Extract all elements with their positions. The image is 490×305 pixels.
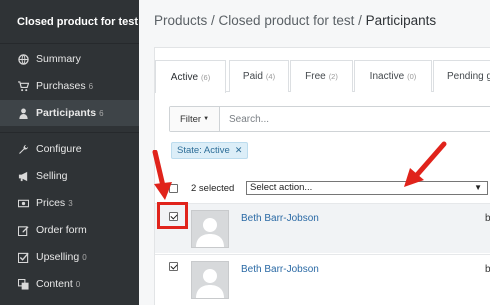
table-row[interactable]: Beth Barr-Jobson b	[155, 203, 490, 253]
wrench-icon	[17, 143, 29, 155]
tab-label: Inactive	[369, 71, 405, 82]
table-row[interactable]: Beth Barr-Jobson b	[155, 254, 490, 304]
tab-active[interactable]: Active (6)	[155, 60, 226, 93]
filter-bar: Filter ▼ Search...	[169, 106, 490, 132]
chip-label: State: Active	[177, 145, 230, 156]
annotation-arrow-left	[404, 141, 447, 187]
breadcrumb-products[interactable]: Products	[154, 13, 207, 28]
tab-paid[interactable]: Paid (4)	[229, 60, 289, 92]
user-placeholder-icon	[196, 269, 224, 298]
sidebar-item-purchases[interactable]: Purchases 6	[0, 73, 139, 99]
avatar	[191, 261, 229, 299]
tab-count: (0)	[407, 72, 417, 81]
sidebar-item-upselling[interactable]: Upselling 0	[0, 244, 139, 270]
sidebar-item-content[interactable]: Content 0	[0, 271, 139, 297]
participant-name-link[interactable]: Beth Barr-Jobson	[241, 264, 319, 275]
sidebar-item-count: 0	[82, 252, 87, 262]
caret-down-icon: ▼	[203, 116, 210, 122]
breadcrumb-current: Participants	[365, 13, 437, 28]
breadcrumb-product[interactable]: Closed product for test	[219, 13, 355, 28]
breadcrumb-separator: /	[354, 13, 366, 28]
sidebar: Closed product for test Summary Purchase…	[0, 0, 139, 305]
row-checkbox[interactable]	[169, 262, 178, 271]
filter-button-label: Filter	[179, 113, 202, 125]
tab-label: Free	[305, 71, 326, 82]
tab-free[interactable]: Free (2)	[290, 60, 353, 92]
sidebar-item-prices[interactable]: Prices 3	[0, 190, 139, 216]
sidebar-item-summary[interactable]: Summary	[0, 46, 139, 72]
layers-icon	[17, 278, 29, 290]
dropdown-arrow-icon: ▼	[474, 183, 482, 192]
close-icon[interactable]: ✕	[235, 145, 243, 156]
tab-inactive[interactable]: Inactive (0)	[354, 60, 432, 92]
participant-extra: b	[485, 213, 490, 224]
sidebar-item-label: Selling	[36, 170, 68, 182]
sidebar-item-count: 6	[88, 81, 94, 91]
tab-label: Pending g	[447, 71, 490, 82]
user-placeholder-icon	[196, 218, 224, 247]
edit-icon	[17, 224, 29, 236]
bulk-action-value: Select action...	[250, 182, 313, 193]
sidebar-divider	[0, 132, 139, 133]
sidebar-item-selling[interactable]: Selling	[0, 163, 139, 189]
filter-button[interactable]: Filter ▼	[170, 107, 220, 131]
sidebar-item-label: Participants	[36, 107, 97, 119]
sidebar-item-count: 0	[75, 279, 81, 289]
sidebar-item-count: 3	[68, 198, 73, 208]
tab-count: (6)	[201, 72, 211, 82]
sidebar-item-configure[interactable]: Configure	[0, 136, 139, 162]
state-filter-chip: State: Active ✕	[171, 142, 249, 159]
avatar	[191, 210, 229, 248]
participant-extra: b	[485, 264, 490, 275]
sidebar-item-participants[interactable]: Participants 6	[0, 100, 139, 126]
sidebar-item-label: Prices	[36, 197, 66, 209]
sidebar-item-label: Configure	[36, 143, 82, 155]
money-icon	[17, 197, 29, 209]
tab-count: (2)	[328, 72, 338, 81]
check-square-icon	[17, 251, 29, 263]
sidebar-item-label: Content	[36, 278, 73, 290]
sidebar-item-label: Summary	[36, 53, 81, 65]
megaphone-icon	[17, 170, 29, 182]
tab-label: Paid	[242, 71, 263, 82]
tab-bar: Active (6) Paid (4) Free (2) Inactive (0) Pe…	[155, 60, 490, 93]
breadcrumb-separator: /	[207, 13, 219, 28]
tab-label: Active	[170, 71, 199, 83]
sidebar-item-label: Upselling	[36, 251, 80, 263]
search-input[interactable]: Search...	[220, 107, 490, 131]
sidebar-item-label: Order form	[36, 224, 87, 236]
sidebar-title: Closed product for test	[0, 0, 139, 44]
participant-name-link[interactable]: Beth Barr-Jobson	[241, 213, 319, 224]
tab-pending[interactable]: Pending g	[433, 60, 490, 92]
tab-count: (4)	[265, 72, 276, 81]
cart-icon	[17, 80, 29, 92]
sidebar-item-count: 6	[99, 108, 104, 118]
user-icon	[17, 107, 29, 119]
globe-icon	[17, 53, 29, 65]
sidebar-item-order-form[interactable]: Order form	[0, 217, 139, 243]
annotation-highlight-box	[157, 202, 188, 229]
annotation-arrow-down	[152, 150, 172, 200]
bulk-action-select[interactable]: Select action... ▼	[246, 181, 488, 195]
sidebar-item-label: Purchases	[36, 80, 86, 92]
search-placeholder: Search...	[229, 113, 270, 125]
selected-count: 2 selected	[191, 183, 235, 194]
breadcrumb: Products / Closed product for test / Par…	[154, 13, 436, 28]
